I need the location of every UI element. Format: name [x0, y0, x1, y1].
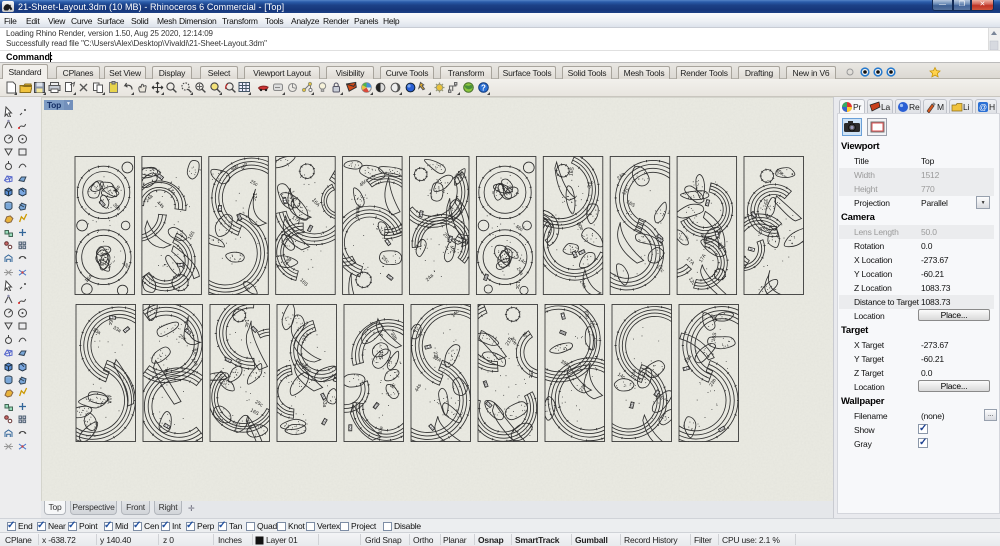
- svg-text:40A: 40A: [105, 395, 111, 405]
- svg-text:30e: 30e: [191, 348, 197, 357]
- svg-text:14c: 14c: [243, 319, 249, 328]
- svg-text:13c: 13c: [514, 281, 520, 290]
- svg-text:17A: 17A: [217, 205, 221, 212]
- svg-text:25c: 25c: [456, 171, 462, 180]
- svg-text:25c: 25c: [527, 370, 533, 379]
- svg-text:12c: 12c: [348, 425, 352, 431]
- svg-text:44s: 44s: [354, 211, 360, 220]
- svg-text:12c: 12c: [177, 262, 183, 267]
- svg-text:12c: 12c: [251, 193, 257, 202]
- svg-text:?: ?: [481, 84, 486, 93]
- svg-text:21S: 21S: [377, 351, 383, 361]
- svg-text:@: @: [979, 103, 987, 112]
- svg-text:33a: 33a: [321, 399, 327, 408]
- svg-text:12c: 12c: [589, 320, 595, 329]
